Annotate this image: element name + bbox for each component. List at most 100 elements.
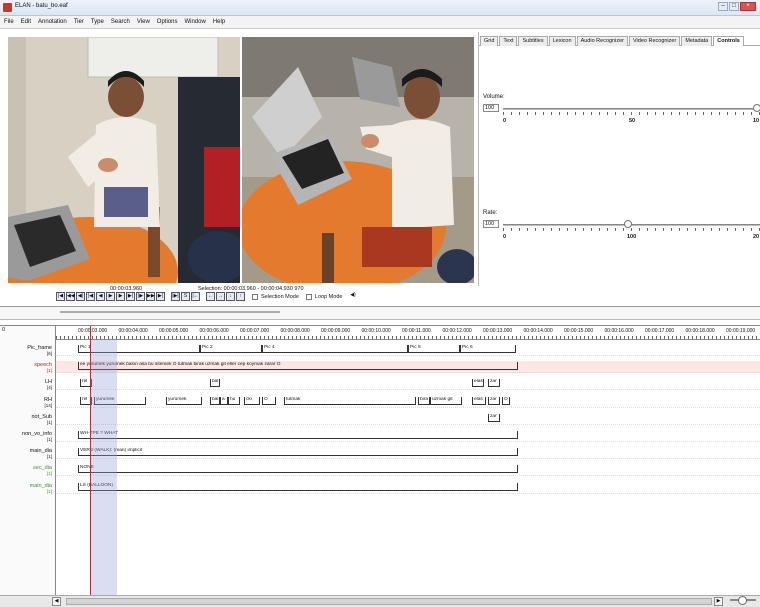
annotation[interactable]: bal (210, 379, 220, 388)
video-player-right[interactable] (242, 37, 474, 283)
next-pixel-button[interactable]: ▶ (116, 292, 125, 301)
annotation[interactable]: yurumek (166, 396, 202, 405)
rate-slider-thumb[interactable] (624, 220, 632, 228)
annotation[interactable]: elas (472, 396, 486, 405)
tier-label[interactable]: not_Sub [1] (32, 414, 53, 425)
annotation[interactable]: O (262, 396, 276, 405)
annotation[interactable]: O (502, 396, 510, 405)
menu-options[interactable]: Options (157, 19, 178, 25)
selection-begin-button[interactable]: |← (191, 292, 200, 301)
annotation[interactable]: VERB (WALK): (man) implicit (78, 448, 518, 457)
scroll-left-arrow[interactable]: ◀ (52, 597, 61, 606)
selection-mode-checkbox[interactable] (252, 293, 258, 300)
previous-annotation-button[interactable]: ← (206, 292, 215, 301)
zoom-slider[interactable] (730, 596, 756, 605)
menu-help[interactable]: Help (213, 19, 225, 25)
go-to-end-button[interactable]: ▶| (156, 292, 165, 301)
video-frame-right (242, 37, 474, 283)
next-annotation-button[interactable]: → (216, 292, 225, 301)
volume-slider[interactable] (503, 108, 760, 110)
tab-metadata[interactable]: Metadata (681, 36, 713, 46)
play-pause-button[interactable]: ▶ (106, 292, 115, 301)
maximize-button[interactable]: □ (729, 2, 739, 11)
viewer-splitter[interactable] (0, 306, 760, 320)
annotation[interactable]: zar (488, 396, 500, 405)
time-ruler[interactable]: 00:00:03.000 00:00:04.000 00:00:05.000 00:0… (56, 326, 760, 340)
menu-annotation[interactable]: Annotation (38, 19, 67, 25)
annotation-down-button[interactable]: ↓ (226, 292, 235, 301)
annotation[interactable]: cki (244, 396, 260, 405)
scroll-right-arrow[interactable]: ▶ (714, 597, 723, 606)
volume-speaker-icon[interactable]: ◀) (348, 292, 357, 301)
annotation[interactable]: Pic 5 (408, 345, 460, 353)
previous-scrollview-button[interactable]: ◀◀ (66, 292, 75, 301)
menu-window[interactable]: Window (184, 19, 205, 25)
next-scrollview-button[interactable]: ▶▶ (146, 292, 155, 301)
ruler-label: 00:00:18.000 (685, 328, 715, 334)
annotation[interactable]: uzmak git (430, 396, 462, 405)
annotation[interactable]: Pic 2 (200, 345, 262, 353)
tab-lexicon[interactable]: Lexicon (548, 36, 576, 46)
annotation[interactable]: zar (488, 413, 500, 422)
annotation[interactable]: Pic 6 (460, 345, 516, 353)
timeline-overview-bar[interactable] (60, 311, 280, 313)
next-frame-button[interactable]: ▶| (126, 292, 135, 301)
tab-audio-recognizer[interactable]: Audio Recognizer (576, 36, 628, 46)
annotation[interactable]: bal (210, 396, 220, 405)
annotation[interactable]: elas (472, 379, 484, 388)
annotation[interactable]: zar (488, 379, 500, 388)
tab-subtitles[interactable]: Subtitles (518, 36, 548, 46)
annotation-up-button[interactable]: ↑ (236, 292, 245, 301)
tab-grid[interactable]: Grid (480, 36, 499, 46)
rate-field[interactable]: 100 (483, 220, 499, 228)
video-player-left[interactable] (8, 37, 240, 283)
window-title: ELAN - batu_bo.eaf (15, 3, 68, 9)
tier-label[interactable]: non_vo_info [1] (22, 431, 52, 442)
menu-type[interactable]: Type (91, 19, 104, 25)
menu-edit[interactable]: Edit (21, 19, 31, 25)
annotation[interactable]: tutmak (284, 396, 416, 405)
tier-label[interactable]: main_dia [1] (30, 483, 52, 494)
loop-mode-checkbox[interactable] (305, 293, 312, 300)
panel-tabs: Grid Text Subtitles Lexicon Audio Recogn… (479, 32, 760, 46)
annotation[interactable]: ee yurumek yurumek balon asa bu sitemek … (78, 362, 518, 371)
close-button[interactable]: × (740, 2, 756, 11)
timeline-scrollbar[interactable]: ◀ ▶ (0, 595, 760, 607)
go-to-begin-button[interactable]: |◀ (56, 292, 65, 301)
tier-label[interactable]: speech [1] (34, 362, 52, 373)
annotation[interactable]: hu (228, 396, 240, 405)
annotation[interactable]: Pic 4 (262, 345, 408, 353)
tier-label[interactable]: RH [14] (44, 397, 52, 408)
menu-search[interactable]: Search (111, 19, 130, 25)
scroll-thumb[interactable] (66, 598, 712, 605)
tier-label[interactable]: Pic_frame [6] (27, 345, 52, 356)
previous-second-button[interactable]: ◀| (76, 292, 85, 301)
annotation[interactable]: a (220, 396, 228, 405)
minimize-button[interactable]: – (718, 2, 728, 11)
previous-pixel-button[interactable]: ◀ (96, 292, 105, 301)
play-selection-button[interactable]: |▶| (171, 292, 180, 301)
tier-count: [4] (46, 385, 52, 391)
tier-label[interactable]: sec_dia [1] (33, 466, 52, 477)
menu-file[interactable]: File (4, 19, 14, 25)
timeline-viewer[interactable]: 0 Pic_frame [6] speech [1] LH [4] RH [14] not_Su… (0, 325, 760, 596)
menu-tier[interactable]: Tier (74, 19, 84, 25)
next-second-button[interactable]: |▶ (136, 292, 145, 301)
tab-video-recognizer[interactable]: Video Recognizer (628, 36, 681, 46)
annotation[interactable]: bira (418, 396, 430, 405)
annotation[interactable]: NONE (78, 465, 518, 474)
volume-slider-thumb[interactable] (753, 104, 760, 112)
annotation[interactable]: LS (BALLOON) (78, 482, 518, 491)
clear-selection-button[interactable]: S (181, 292, 190, 301)
tab-controls[interactable]: Controls (713, 36, 744, 46)
annotation[interactable]: WH-TPE ? WHAT (78, 431, 518, 439)
tier-track[interactable] (56, 413, 760, 425)
previous-frame-button[interactable]: |◀ (86, 292, 95, 301)
tier-label[interactable]: main_dia [1] (30, 448, 52, 459)
tier-label[interactable]: LH [4] (45, 380, 52, 391)
volume-field[interactable]: 100 (483, 104, 499, 112)
tier-track[interactable] (56, 378, 760, 391)
tab-text[interactable]: Text (499, 36, 518, 46)
ruler-label: 00:00:15.000 (564, 328, 594, 334)
menu-view[interactable]: View (137, 19, 150, 25)
